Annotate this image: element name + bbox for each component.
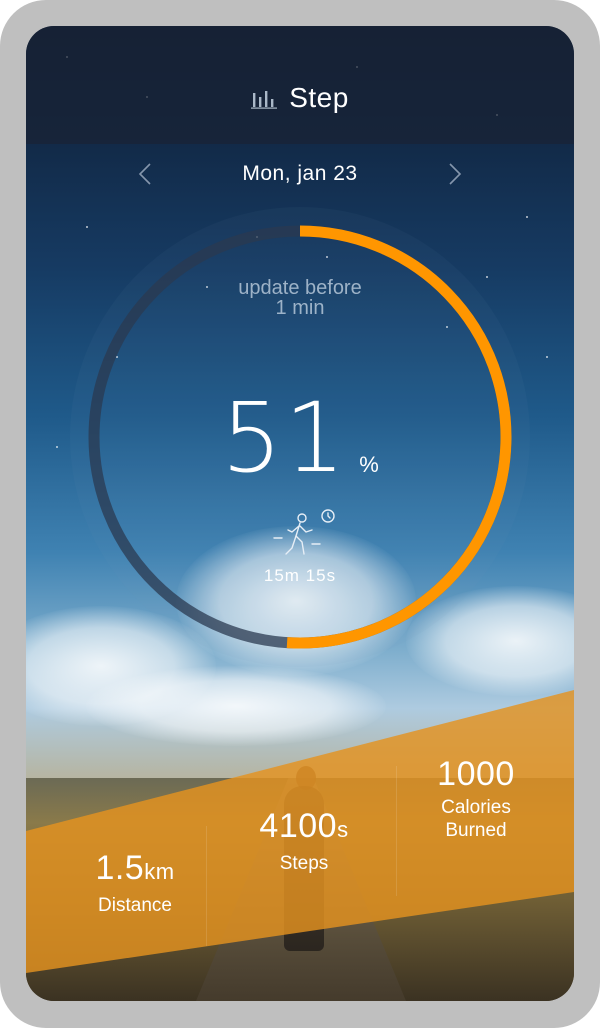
stats-divider [396,766,397,896]
calories-label-line1: Calories [441,797,511,818]
steps-value: 4100 [259,807,338,845]
update-status: update before 1 min [150,278,450,318]
steps-unit: s [337,817,349,842]
stat-calories: 1000 Calories Burned [402,754,550,842]
app-screen: Step Mon, jan 23 update before 1 min 51 … [26,26,574,1001]
percent-sign: % [359,452,379,477]
steps-label: Steps [279,853,329,874]
distance-label: Distance [98,895,172,916]
stat-steps: 4100s Steps [224,806,384,875]
calories-label-line2: Burned [445,820,507,841]
distance-value: 1.5 [95,849,145,887]
distance-unit: km [144,859,175,884]
progress-value: 51 [221,382,348,494]
phone-frame: Step Mon, jan 23 update before 1 min 51 … [0,0,600,1028]
walking-timer-icon [273,509,335,555]
stat-distance: 1.5km Distance [60,848,210,917]
update-status-line1: update before [238,277,362,299]
duration-label: 15m 15s [263,566,337,585]
update-status-line2: 1 min [275,297,325,319]
calories-value: 1000 [437,755,515,793]
progress-percentage: 51 % [150,376,450,486]
